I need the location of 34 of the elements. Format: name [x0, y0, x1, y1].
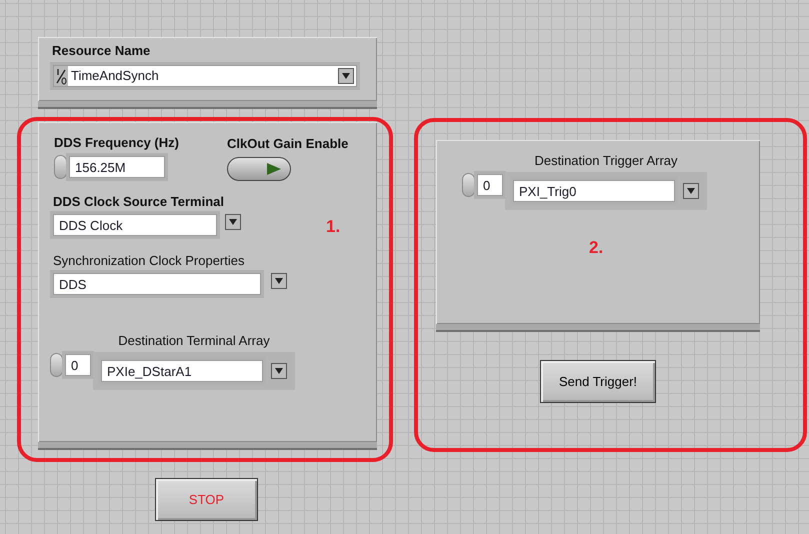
- dds-frequency-label: DDS Frequency (Hz): [54, 135, 179, 150]
- caret-icon: [229, 219, 237, 225]
- increment-spinner[interactable]: [54, 155, 67, 179]
- array-label: Destination Trigger Array: [534, 153, 678, 168]
- send-trigger-button[interactable]: Send Trigger!: [540, 360, 656, 403]
- resource-name-label: Resource Name: [52, 43, 152, 58]
- arrow-icon: [266, 162, 282, 176]
- dropdown-button[interactable]: [338, 68, 354, 84]
- dropdown-button[interactable]: [225, 214, 241, 230]
- resource-combo-field[interactable]: TimeAndSynch: [53, 65, 357, 87]
- increment-spinner[interactable]: [462, 173, 475, 197]
- index-field[interactable]: 0: [477, 174, 503, 196]
- dds-frequency-field[interactable]: 156.25M: [69, 156, 165, 178]
- dropdown-button[interactable]: [683, 183, 699, 199]
- clock-source-field[interactable]: DDS Clock: [53, 214, 217, 236]
- increment-spinner[interactable]: [50, 353, 63, 377]
- caret-icon: [275, 278, 283, 284]
- annotation-number: 2.: [589, 238, 604, 258]
- ring-field[interactable]: PXI_Trig0: [513, 180, 675, 202]
- caret-icon: [687, 188, 695, 194]
- clock-source-label: DDS Clock Source Terminal: [53, 194, 225, 209]
- annotation-number: 1.: [326, 217, 340, 237]
- clkout-gain-enable-label: ClkOut Gain Enable: [227, 136, 348, 151]
- io-icon: [54, 66, 68, 86]
- dropdown-button[interactable]: [271, 273, 287, 289]
- caret-icon: [275, 368, 283, 374]
- sync-clock-label: Synchronization Clock Properties: [53, 253, 246, 268]
- ring-field[interactable]: PXIe_DStarA1: [101, 360, 263, 382]
- dropdown-button[interactable]: [271, 363, 287, 379]
- sync-clock-field[interactable]: DDS: [53, 273, 261, 295]
- array-label: Destination Terminal Array: [118, 333, 270, 348]
- index-field[interactable]: 0: [65, 354, 91, 376]
- toggle-switch[interactable]: [227, 157, 291, 181]
- caret-icon: [342, 73, 350, 79]
